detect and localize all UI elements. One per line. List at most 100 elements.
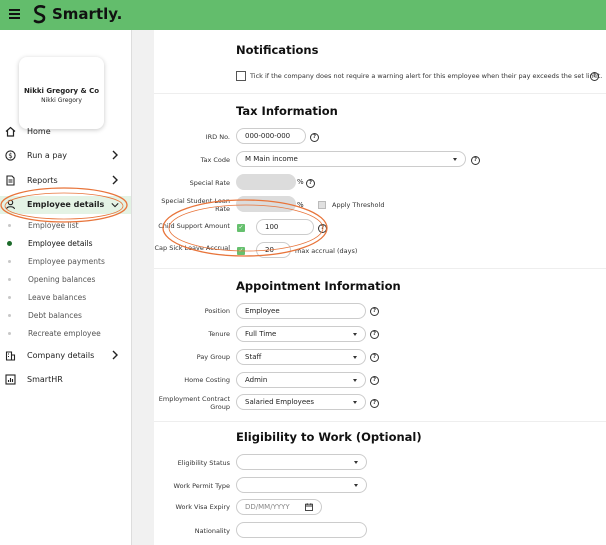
tenure-value: Full Time	[245, 330, 277, 338]
nav-run-a-pay-label: Run a pay	[27, 151, 68, 160]
eligibility-status-label: Eligibility Status	[177, 459, 230, 467]
child-support-label: Child Support Amount	[158, 222, 230, 230]
company-card[interactable]: Nikki Gregory & Co Nikki Gregory	[19, 57, 104, 129]
tenure-select[interactable]: Full Time	[236, 326, 366, 342]
apply-threshold-label: Apply Threshold	[332, 201, 385, 209]
sub-item-label: Debt balances	[28, 311, 82, 320]
sub-employee-payments[interactable]: Employee payments	[0, 255, 131, 269]
pay-group-select[interactable]: Staff	[236, 349, 366, 365]
nationality-label: Nationality	[194, 527, 230, 535]
percent-sign: %	[297, 178, 304, 186]
work-permit-label: Work Permit Type	[173, 482, 230, 490]
section-divider	[154, 93, 606, 94]
cap-sick-leave-value: 20	[265, 246, 274, 254]
apply-threshold-checkbox[interactable]	[318, 201, 326, 209]
tax-code-select[interactable]: M Main income	[236, 151, 466, 167]
calendar-icon[interactable]	[305, 503, 313, 511]
help-icon[interactable]: ?	[318, 224, 327, 233]
contract-group-select[interactable]: Salaried Employees	[236, 394, 366, 410]
home-costing-value: Admin	[245, 376, 268, 384]
child-support-input[interactable]: 100	[256, 219, 314, 235]
sub-item-label: Employee details	[28, 239, 93, 248]
sub-leave-balances[interactable]: Leave balances	[0, 291, 131, 305]
nav-reports[interactable]: Reports	[0, 172, 131, 190]
sidebar: Nikki Gregory & Co Nikki Gregory Home $ …	[0, 30, 132, 545]
help-icon[interactable]: ?	[306, 179, 315, 188]
sub-recreate-employee[interactable]: Recreate employee	[0, 327, 131, 341]
help-icon[interactable]: ?	[370, 399, 379, 408]
date-placeholder: DD/MM/YYYY	[245, 503, 290, 511]
help-icon[interactable]: ?	[370, 307, 379, 316]
sub-item-label: Leave balances	[28, 293, 87, 302]
percent-sign: %	[297, 201, 304, 209]
home-costing-select[interactable]: Admin	[236, 372, 366, 388]
help-icon[interactable]: ?	[471, 156, 480, 165]
sub-employee-details[interactable]: Employee details	[0, 237, 131, 251]
nav-smarthr[interactable]: SmartHR	[0, 371, 131, 389]
hamburger-menu-icon[interactable]	[9, 9, 20, 20]
sub-opening-balances[interactable]: Opening balances	[0, 273, 131, 287]
document-icon	[6, 175, 15, 186]
brand-name: Smartly.	[52, 5, 123, 23]
caret-down-icon	[453, 158, 457, 161]
nav-smarthr-label: SmartHR	[27, 375, 63, 384]
nav-employee-details[interactable]: Employee details	[0, 196, 131, 214]
sub-employee-list[interactable]: Employee list	[0, 219, 131, 233]
caret-down-icon	[353, 356, 357, 359]
nationality-input[interactable]	[236, 522, 367, 538]
help-icon[interactable]: ?	[310, 133, 319, 142]
help-icon[interactable]: ?	[370, 353, 379, 362]
contract-group-label: Employment Contract Group	[158, 395, 230, 411]
chevron-down-icon	[111, 203, 119, 208]
work-permit-select[interactable]	[236, 477, 367, 493]
child-support-checkbox[interactable]: ✓	[237, 224, 245, 232]
special-rate-label: Special Rate	[189, 179, 230, 187]
nav-run-a-pay[interactable]: $ Run a pay	[0, 147, 131, 165]
chevron-right-icon	[112, 150, 118, 160]
chevron-right-icon	[112, 350, 118, 360]
special-student-loan-label: Special Student Loan Rate	[161, 197, 230, 213]
caret-down-icon	[353, 401, 357, 404]
nav-home-label: Home	[27, 127, 51, 136]
position-input[interactable]: Employee	[236, 303, 366, 319]
section-divider	[154, 268, 606, 269]
bullet-icon	[8, 224, 11, 227]
ird-input[interactable]: 000-000-000	[236, 128, 306, 144]
help-icon[interactable]: ?	[590, 72, 599, 81]
special-rate-input	[236, 174, 296, 190]
nav-employee-details-label: Employee details	[27, 200, 105, 209]
cap-sick-leave-input[interactable]: 20	[256, 242, 291, 258]
bullet-icon	[7, 241, 12, 246]
person-icon	[5, 199, 16, 210]
nav-reports-label: Reports	[27, 176, 58, 185]
contract-group-value: Salaried Employees	[245, 398, 315, 406]
child-support-value: 100	[265, 223, 279, 231]
caret-down-icon	[354, 461, 358, 464]
warning-alert-checkbox[interactable]	[236, 71, 246, 81]
caret-down-icon	[354, 484, 358, 487]
sub-item-label: Employee payments	[28, 257, 105, 266]
sub-debt-balances[interactable]: Debt balances	[0, 309, 131, 323]
bullet-icon	[8, 314, 11, 317]
home-icon	[5, 126, 16, 137]
smartly-logo-icon	[33, 5, 46, 24]
work-visa-expiry-input[interactable]: DD/MM/YYYY	[236, 499, 322, 515]
ird-value: 000-000-000	[245, 132, 291, 140]
chart-icon	[5, 374, 16, 385]
nav-home[interactable]: Home	[0, 123, 131, 141]
help-icon[interactable]: ?	[370, 376, 379, 385]
section-divider	[154, 421, 606, 422]
cap-sick-leave-checkbox[interactable]: ✓	[237, 247, 245, 255]
caret-down-icon	[353, 333, 357, 336]
home-costing-label: Home Costing	[184, 376, 230, 384]
sub-item-label: Opening balances	[28, 275, 96, 284]
pay-group-value: Staff	[245, 353, 262, 361]
sub-item-label: Recreate employee	[28, 329, 101, 338]
max-accrual-label: max accrual (days)	[295, 247, 358, 255]
help-icon[interactable]: ?	[370, 330, 379, 339]
tax-code-label: Tax Code	[200, 156, 230, 164]
tax-code-value: M Main income	[245, 155, 298, 163]
nav-company-details[interactable]: Company details	[0, 347, 131, 365]
bullet-icon	[8, 296, 11, 299]
eligibility-status-select[interactable]	[236, 454, 367, 470]
